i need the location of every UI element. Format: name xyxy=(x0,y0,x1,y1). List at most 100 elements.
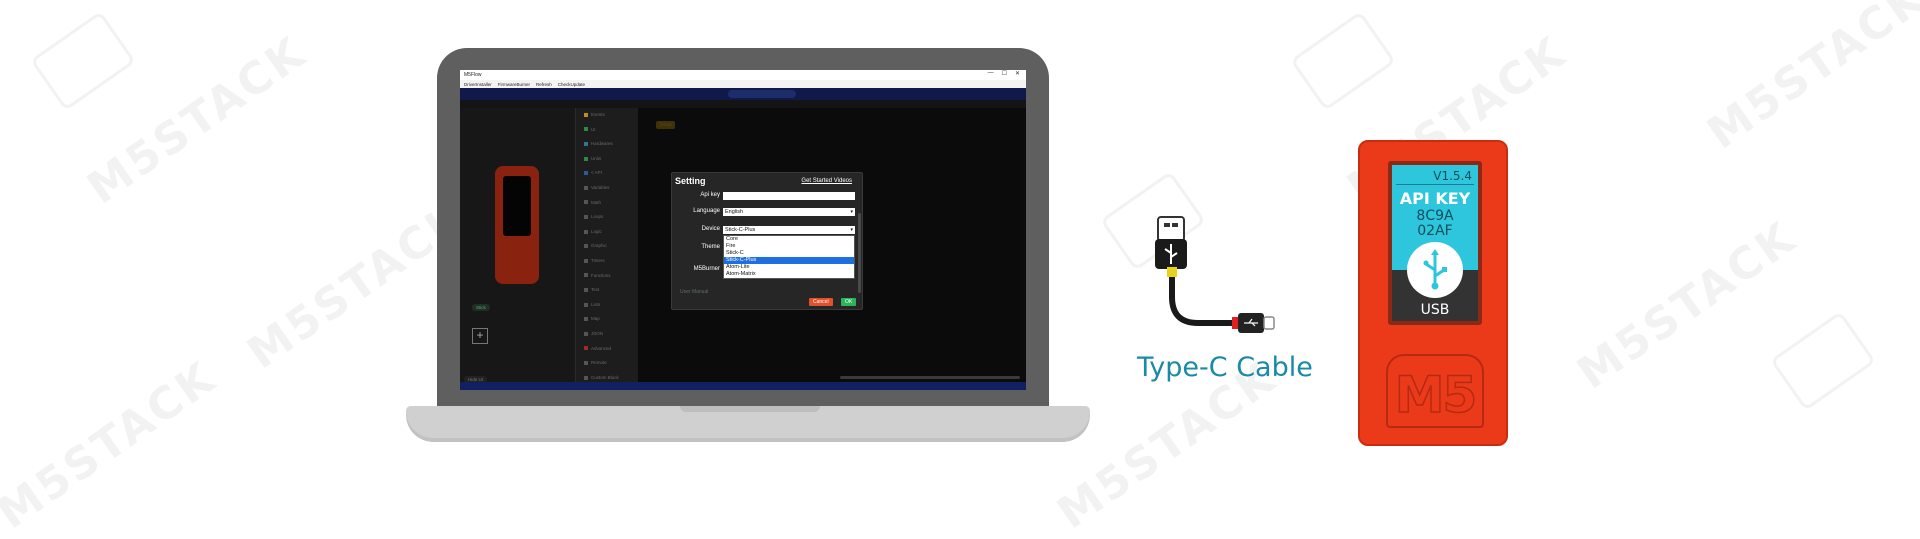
category-color-icon xyxy=(584,375,588,380)
maximize-button[interactable]: ☐ xyxy=(1002,70,1007,77)
category-color-icon xyxy=(584,331,588,336)
block-category-label: JSON xyxy=(591,331,604,336)
device-preview xyxy=(495,166,539,284)
device-label: Device xyxy=(701,226,720,232)
block-category-label: Remote xyxy=(591,360,607,366)
ok-button[interactable]: OK xyxy=(841,298,857,306)
device-option[interactable]: Stick-C-Plus xyxy=(724,257,854,264)
window-menubar: DriverInstaller FirmwareBurner Refresh C… xyxy=(460,80,1026,88)
block-category-label: Functions xyxy=(591,272,611,278)
block-category-label: Custom Block xyxy=(591,374,619,380)
m5-logo: M5 xyxy=(1394,365,1478,425)
category-color-icon xyxy=(584,215,588,219)
dialog-title: Setting xyxy=(675,176,706,186)
device-value: Stick-C-Plus xyxy=(725,227,756,233)
mode-switch[interactable] xyxy=(728,90,796,98)
block-category-item[interactable]: Text xyxy=(584,287,599,292)
device-options-list: Core Fire Stick-C Stick-C-Plus Atom-Lite Atom… xyxy=(723,235,855,279)
device-panel: Stick + Hide UI xyxy=(460,108,575,390)
block-category-item[interactable]: JSON xyxy=(584,331,603,336)
device-preview-screen xyxy=(503,176,531,236)
category-color-icon xyxy=(584,258,588,263)
block-category-item[interactable]: Custom Block xyxy=(584,375,619,380)
setup-block[interactable]: Setup xyxy=(656,121,676,129)
category-color-icon xyxy=(584,273,588,278)
cable-strain-relief xyxy=(1167,267,1177,277)
category-color-icon xyxy=(584,361,588,365)
dialog-scrollbar[interactable] xyxy=(858,213,861,293)
block-category-item[interactable]: Units xyxy=(584,156,601,161)
block-category-item[interactable]: Timers xyxy=(584,258,605,263)
m5stick-device: V1.5.4 API KEY 8C9A 02AF USB M5 xyxy=(1358,140,1508,446)
category-color-icon xyxy=(584,288,588,292)
block-category-label: Loops xyxy=(591,214,604,220)
device-chip[interactable]: Stick xyxy=(472,304,490,311)
block-category-item[interactable]: Logic xyxy=(584,229,602,234)
ide-topbar xyxy=(460,88,1026,100)
cancel-button[interactable]: Cancel xyxy=(809,298,833,306)
get-started-videos-link[interactable]: Get Started Videos xyxy=(801,178,852,184)
block-category-label: < API xyxy=(591,170,602,176)
user-manual-row: User Manual xyxy=(680,289,709,295)
device-option[interactable]: Atom-Lite xyxy=(724,264,854,271)
lcd-divider xyxy=(1396,184,1474,185)
firmware-version: V1.5.4 xyxy=(1433,169,1472,183)
device-option[interactable]: Atom-Matrix xyxy=(724,271,854,278)
category-color-icon xyxy=(584,317,588,322)
window-controls: — ☐ ✕ xyxy=(988,70,1020,77)
block-category-item[interactable]: < API xyxy=(584,170,602,175)
block-category-item[interactable]: Graphic xyxy=(584,243,607,248)
close-button[interactable]: ✕ xyxy=(1015,70,1020,77)
add-ui-button[interactable]: + xyxy=(472,328,488,344)
watermark-text: M5STACK xyxy=(1698,0,1920,160)
menu-refresh[interactable]: Refresh xyxy=(536,82,552,87)
category-color-icon xyxy=(584,200,588,205)
block-category-label: Units xyxy=(591,155,602,161)
block-category-item[interactable]: Events xyxy=(584,112,605,117)
device-option[interactable]: Core xyxy=(724,236,854,243)
block-category-item[interactable]: Math xyxy=(584,200,601,205)
block-category-item[interactable]: UI xyxy=(584,127,596,132)
block-category-label: Events xyxy=(591,112,605,117)
language-label: Language xyxy=(693,208,720,214)
usb-badge xyxy=(1407,242,1463,298)
usb-a-plug xyxy=(1157,216,1185,242)
language-select[interactable]: English ▾ xyxy=(723,208,855,216)
api-key-input[interactable] xyxy=(723,192,855,200)
device-option[interactable]: Fire xyxy=(724,243,854,250)
laptop-screen: M5Flow — ☐ ✕ DriverInstaller FirmwareBur… xyxy=(460,70,1026,390)
device-select[interactable]: Stick-C-Plus ▾ xyxy=(723,226,855,234)
block-category-item[interactable]: Map xyxy=(584,316,600,321)
watermark-text: M5STACK xyxy=(1568,211,1806,400)
category-color-icon xyxy=(584,302,588,307)
menu-driver-installer[interactable]: DriverInstaller xyxy=(464,82,492,87)
block-category-item[interactable]: Hardwares xyxy=(584,141,613,146)
block-category-label: Map xyxy=(591,316,600,322)
block-category-item[interactable]: Functions xyxy=(584,273,611,278)
block-category-item[interactable]: Lists xyxy=(584,302,600,307)
language-value: English xyxy=(725,209,744,215)
block-category-label: Advanced xyxy=(591,345,612,351)
block-category-item[interactable]: Remote xyxy=(584,360,607,365)
block-category-label: UI xyxy=(591,126,596,132)
device-option[interactable]: Stick-C xyxy=(724,250,854,257)
minimize-button[interactable]: — xyxy=(988,70,994,77)
block-category-item[interactable]: Advanced xyxy=(584,346,611,351)
usb-icon xyxy=(1423,249,1447,290)
canvas-scrollbar[interactable] xyxy=(840,376,1020,379)
block-category-item[interactable]: Loops xyxy=(584,214,603,219)
menu-firmware-burner[interactable]: FirmwareBurner xyxy=(498,82,530,87)
block-category-label: Graphic xyxy=(591,243,607,249)
block-category-label: Lists xyxy=(591,301,601,307)
block-category-label: Hardwares xyxy=(591,141,613,147)
window-titlebar: M5Flow — ☐ ✕ xyxy=(460,70,1026,80)
type-c-tip xyxy=(1263,316,1275,330)
stick-lcd: V1.5.4 API KEY 8C9A 02AF USB xyxy=(1392,165,1478,321)
status-bar xyxy=(460,382,1026,390)
category-color-icon xyxy=(584,244,588,249)
block-category-label: Timers xyxy=(591,258,605,263)
block-category-label: Math xyxy=(591,199,602,205)
api-key-label: Api key xyxy=(700,192,720,198)
menu-check-update[interactable]: CheckUpdate xyxy=(558,82,585,87)
block-category-item[interactable]: Variables xyxy=(584,185,609,190)
